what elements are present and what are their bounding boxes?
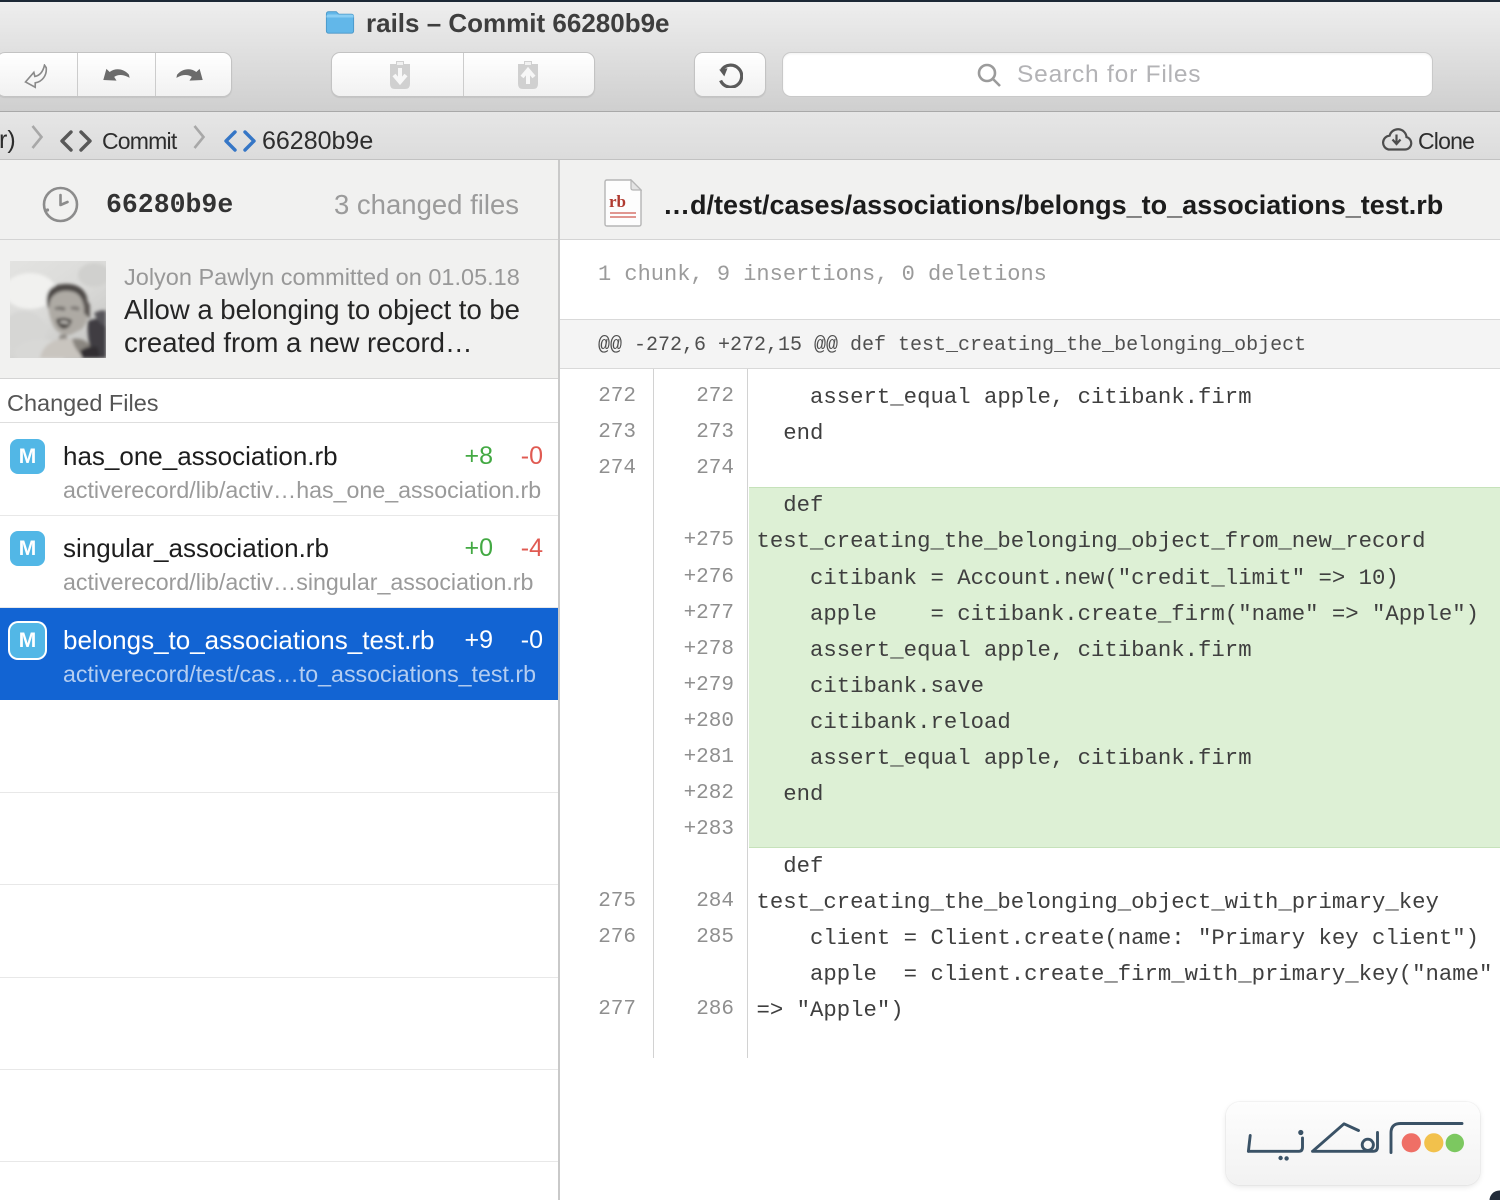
svg-text:rb: rb [609,192,626,211]
